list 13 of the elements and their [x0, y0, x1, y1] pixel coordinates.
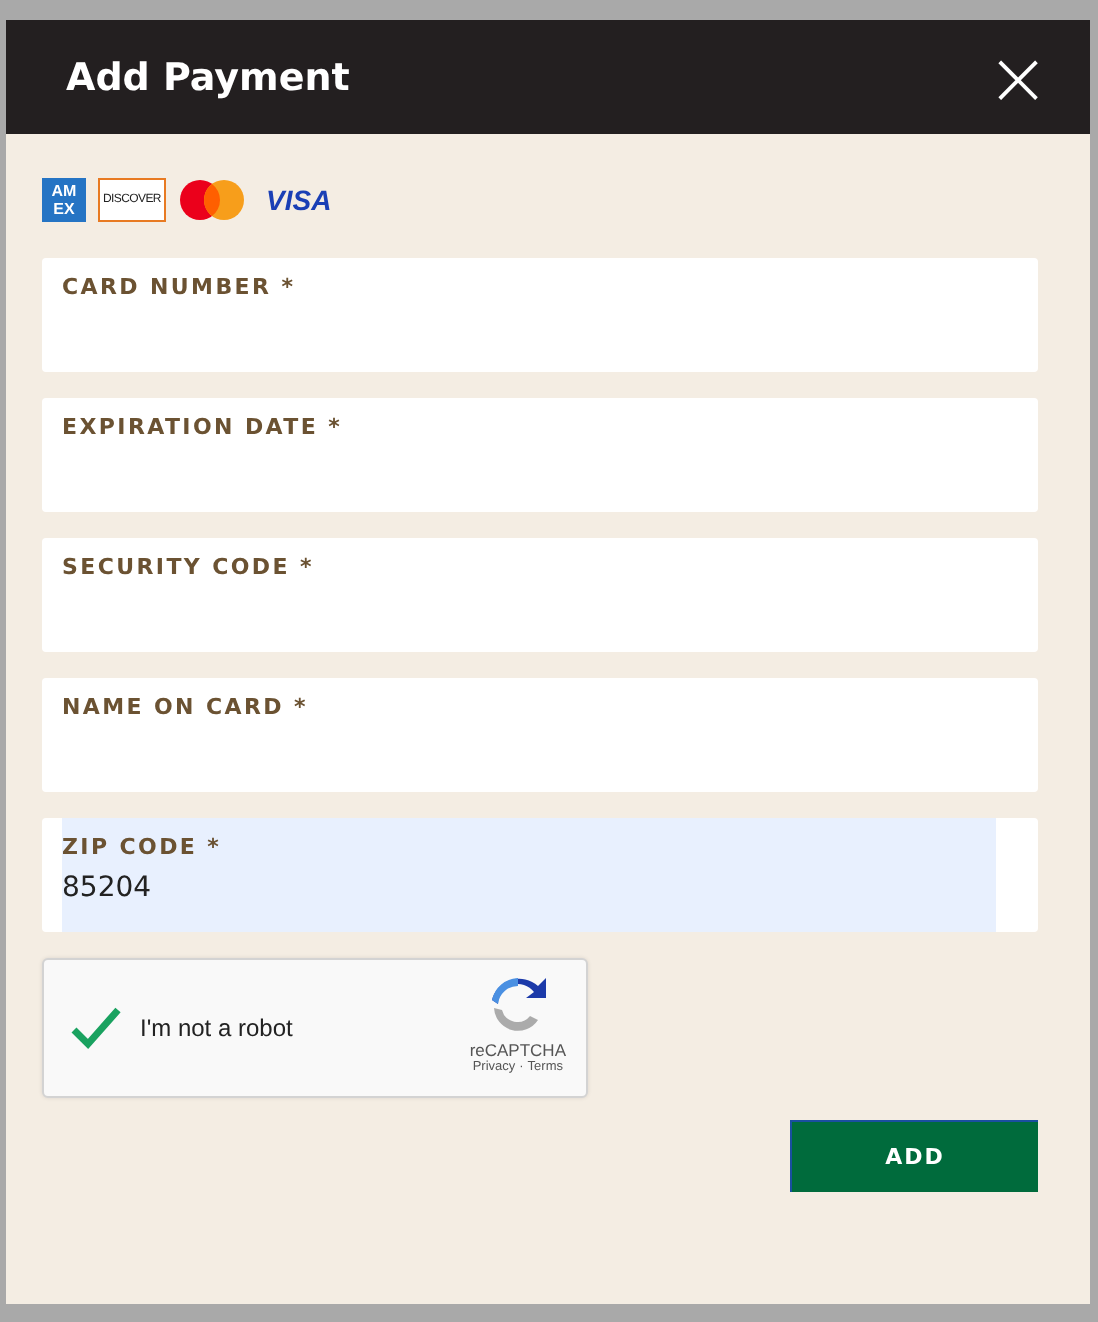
input-field[interactable]: NAME ON CARD * — [42, 678, 1038, 792]
close-button[interactable]: × — [986, 39, 1050, 115]
mastercard-logo — [178, 178, 246, 222]
dialog-title: Add Payment — [66, 55, 350, 99]
input-field[interactable]: CARD NUMBER * — [42, 258, 1038, 372]
visa-logo: VISA — [266, 184, 332, 216]
amex-logo: AM EX — [42, 178, 86, 222]
input-field[interactable]: ZIP CODE * 85204 — [42, 818, 1038, 932]
input-field[interactable]: SECURITY CODE * — [42, 538, 1038, 652]
add-button[interactable]: ADD — [790, 1120, 1038, 1192]
input-field[interactable]: EXPIRATION DATE * — [42, 398, 1038, 512]
checkbox-label: I'm not a robot — [140, 1014, 293, 1042]
recaptcha-brand: reCAPTCHA — [469, 1040, 566, 1060]
